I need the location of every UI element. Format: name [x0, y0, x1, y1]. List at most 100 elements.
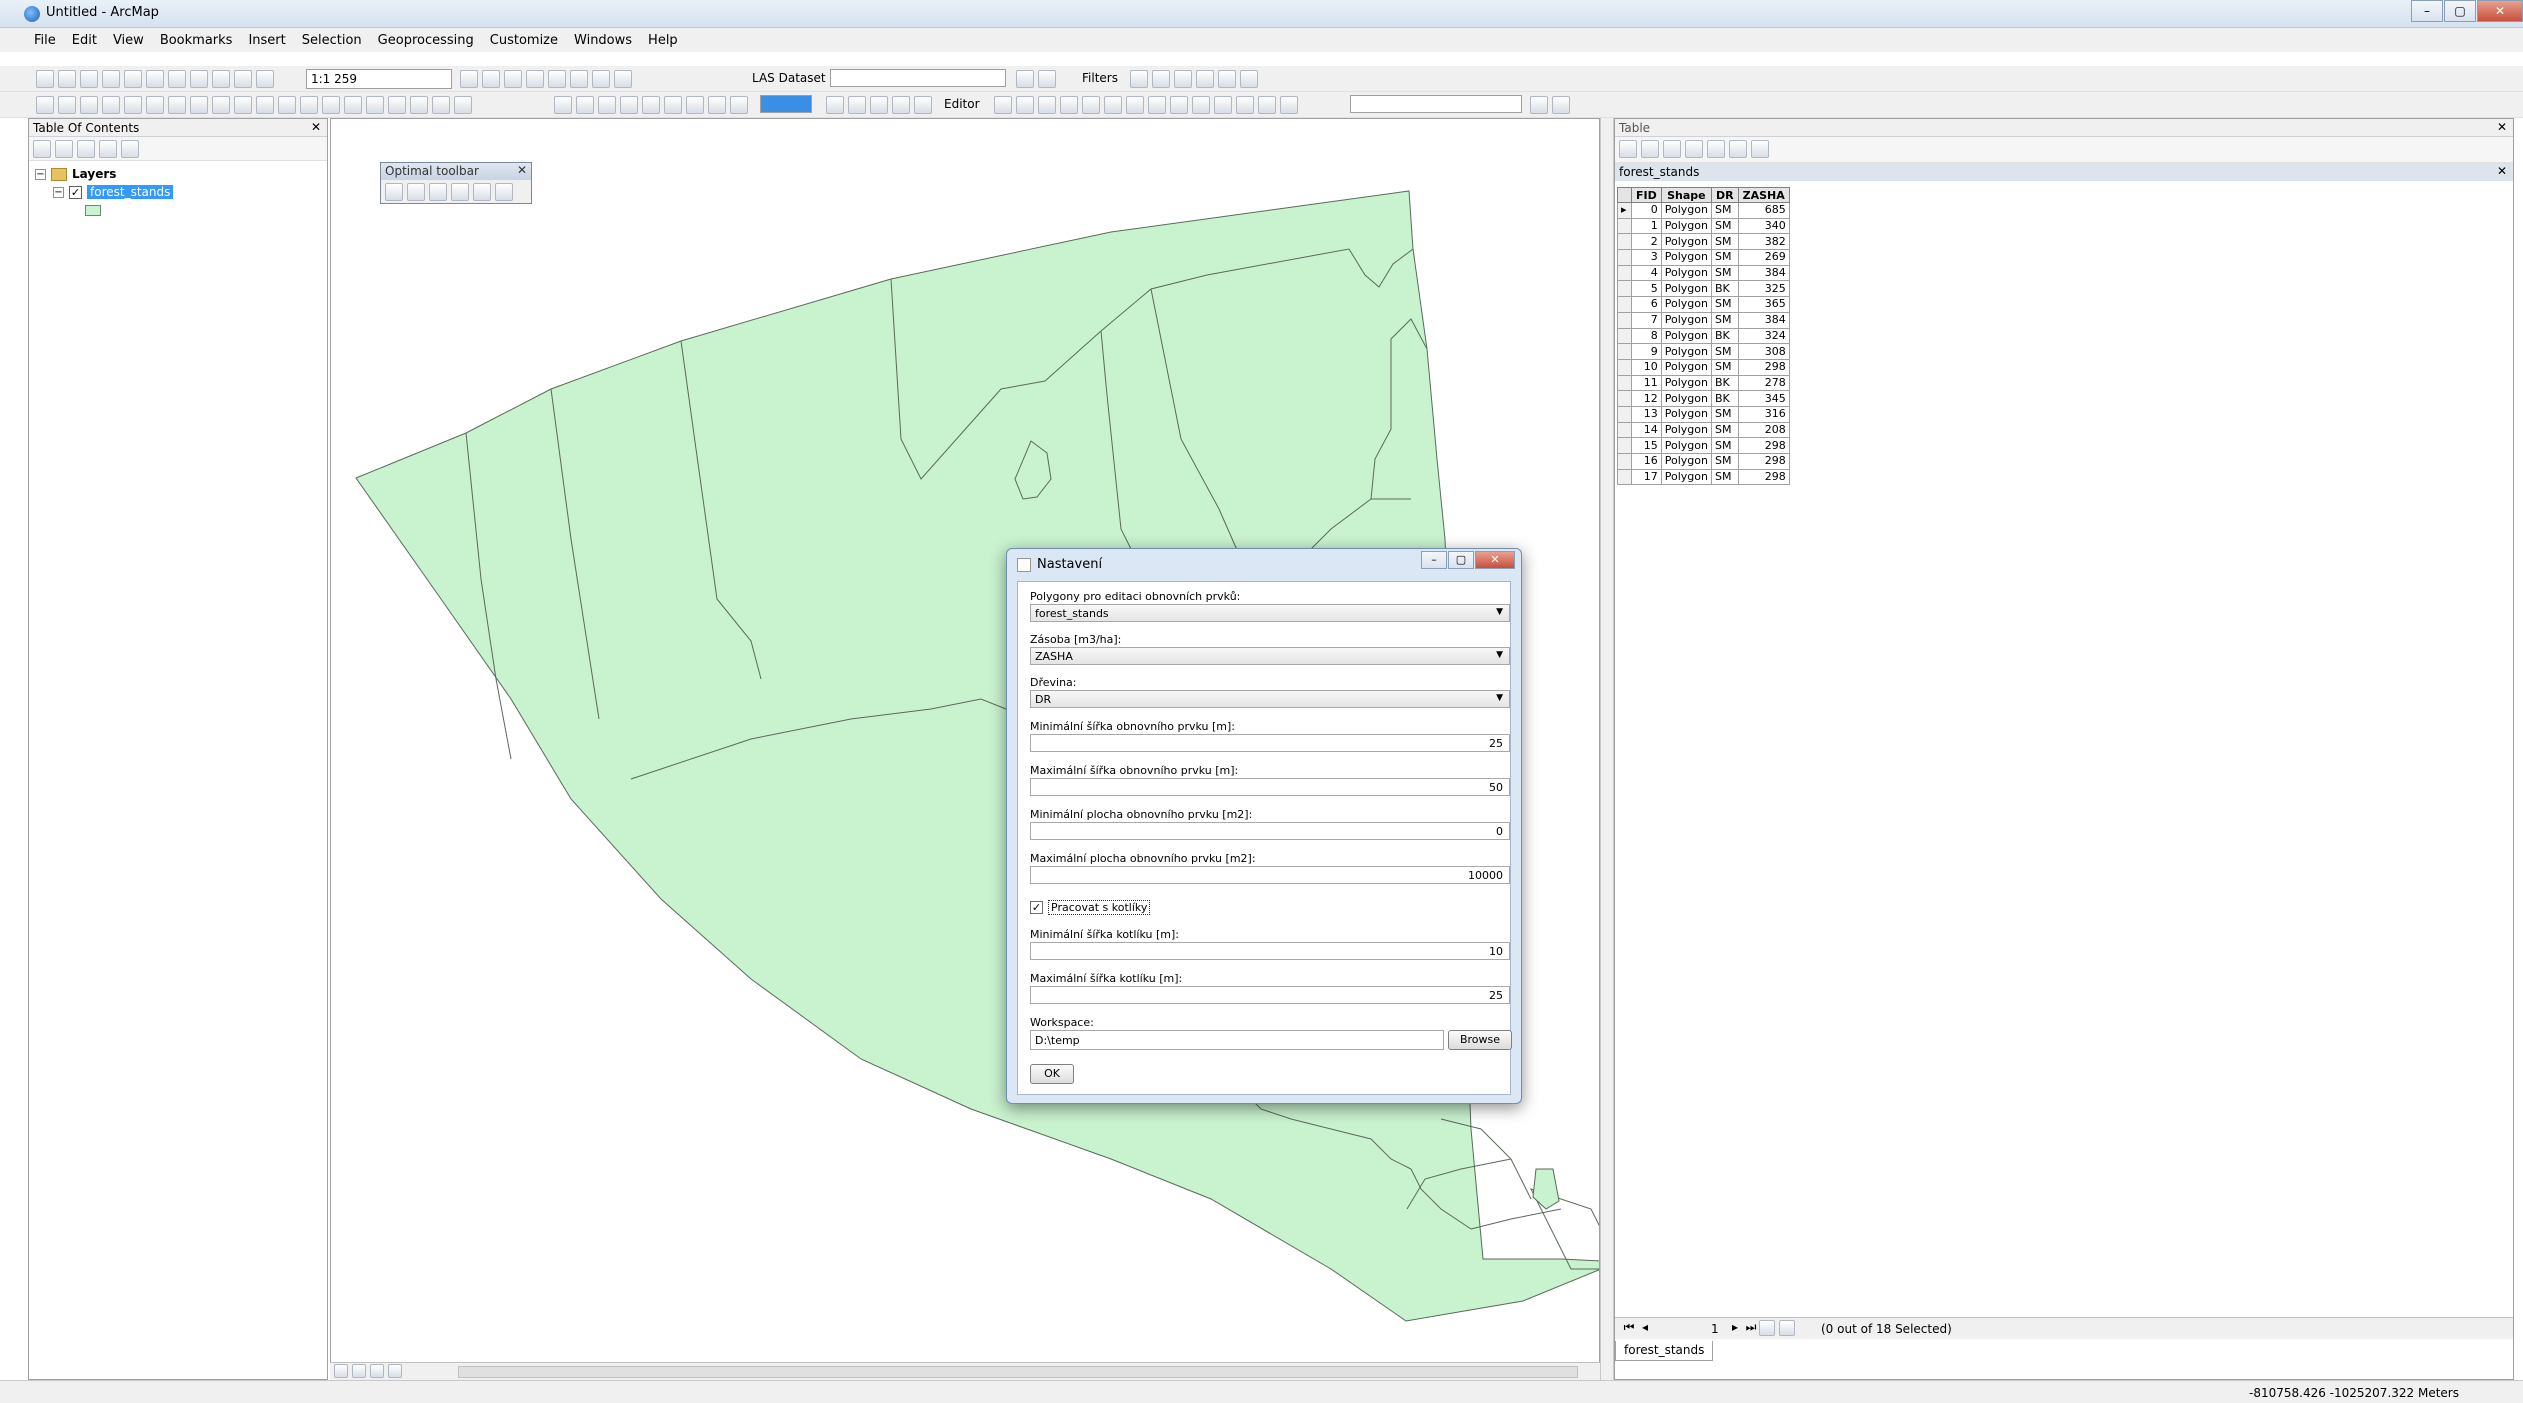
- cut-icon[interactable]: [124, 70, 142, 88]
- layer-combo[interactable]: [1350, 95, 1522, 113]
- straight-segment-icon[interactable]: [1038, 96, 1056, 114]
- table-row[interactable]: 17 Polygon SM 298: [1617, 468, 1790, 486]
- html-popup-icon[interactable]: [322, 96, 340, 114]
- dialog-close-button[interactable]: ✕: [1475, 551, 1515, 569]
- las-class-icon[interactable]: [1196, 70, 1214, 88]
- row-selector[interactable]: [1617, 296, 1632, 313]
- full-extent-icon[interactable]: [102, 96, 120, 114]
- layout-4-icon[interactable]: [892, 96, 910, 114]
- fixed-zoom-out-icon[interactable]: [146, 96, 164, 114]
- maximize-button[interactable]: ▢: [2444, 0, 2476, 22]
- delete-selected-icon[interactable]: [1751, 140, 1769, 158]
- table-row[interactable]: 11 Polygon BK 278: [1617, 374, 1790, 392]
- table-row[interactable]: 6 Polygon SM 365: [1617, 296, 1790, 313]
- las-dataset-label[interactable]: LAS Dataset: [752, 71, 826, 85]
- column-header-shape[interactable]: Shape: [1660, 187, 1712, 203]
- forward-extent-icon[interactable]: [190, 96, 208, 114]
- data-view-icon[interactable]: [334, 1364, 348, 1378]
- menu-bookmarks[interactable]: Bookmarks: [160, 33, 233, 48]
- column-header-zasha[interactable]: ZASHA: [1737, 187, 1790, 203]
- ok-button[interactable]: OK: [1030, 1064, 1074, 1084]
- layer-visibility-checkbox[interactable]: ✓: [69, 185, 82, 199]
- find-icon[interactable]: [366, 96, 384, 114]
- table-row[interactable]: 15 Polygon SM 298: [1617, 437, 1790, 454]
- polygons-combo[interactable]: forest_stands ▼: [1030, 604, 1510, 622]
- layer-label[interactable]: forest_stands: [87, 185, 174, 199]
- graph-1-icon[interactable]: [1530, 96, 1548, 114]
- georef-6-icon[interactable]: [664, 96, 682, 114]
- optimal-toolbar-close-icon[interactable]: ✕: [517, 163, 527, 177]
- las-slope-icon[interactable]: [1240, 70, 1258, 88]
- table-row[interactable]: ▸ 0 Polygon SM 685: [1617, 202, 1790, 219]
- georef-4-icon[interactable]: [620, 96, 638, 114]
- row-selector[interactable]: [1617, 390, 1632, 407]
- row-selector[interactable]: [1617, 249, 1632, 266]
- column-header-fid[interactable]: FID: [1631, 187, 1662, 203]
- edit-annotation-icon[interactable]: [1016, 96, 1034, 114]
- row-selector[interactable]: [1617, 437, 1632, 454]
- row-selector[interactable]: [1617, 217, 1632, 235]
- zoom-to-selected-icon[interactable]: [1729, 140, 1747, 158]
- row-selector[interactable]: [1617, 453, 1632, 470]
- georef-2-icon[interactable]: [576, 96, 594, 114]
- menu-help[interactable]: Help: [648, 33, 678, 48]
- edit-tool-icon[interactable]: [994, 96, 1012, 114]
- menu-edit[interactable]: Edit: [72, 33, 97, 48]
- table-close-icon[interactable]: ✕: [2497, 120, 2507, 134]
- table-row[interactable]: 1 Polygon SM 340: [1617, 217, 1790, 235]
- toc-options-icon[interactable]: [121, 140, 139, 158]
- optimal-split-icon[interactable]: [451, 183, 469, 201]
- georef-3-icon[interactable]: [598, 96, 616, 114]
- las-3d-icon[interactable]: [1152, 70, 1170, 88]
- chevron-down-icon[interactable]: ▼: [1496, 693, 1503, 703]
- row-selector[interactable]: [1617, 264, 1632, 282]
- max-area-input[interactable]: 10000: [1030, 866, 1510, 884]
- georef-5-icon[interactable]: [642, 96, 660, 114]
- python-icon[interactable]: [570, 70, 588, 88]
- color-swatch-combo[interactable]: [760, 95, 812, 113]
- chevron-down-icon[interactable]: ▼: [1496, 650, 1503, 660]
- identify-icon[interactable]: [278, 96, 296, 114]
- fixed-zoom-in-icon[interactable]: [124, 96, 142, 114]
- max-kotlik-input[interactable]: 25: [1030, 986, 1510, 1004]
- layout-2-icon[interactable]: [848, 96, 866, 114]
- menu-customize[interactable]: Customize: [490, 33, 558, 48]
- optimal-tool-icon[interactable]: [495, 183, 513, 201]
- layout-view-icon[interactable]: [352, 1364, 366, 1378]
- arctoolbox-icon[interactable]: [548, 70, 566, 88]
- delete-icon[interactable]: [190, 70, 208, 88]
- close-button[interactable]: ✕: [2477, 0, 2523, 22]
- split-icon[interactable]: [1192, 96, 1210, 114]
- show-all-records-icon[interactable]: [1759, 1320, 1775, 1336]
- graph-2-icon[interactable]: [1552, 96, 1570, 114]
- clear-table-selection-icon[interactable]: [1707, 140, 1725, 158]
- table-row[interactable]: 2 Polygon SM 382: [1617, 233, 1790, 251]
- table-row[interactable]: 12 Polygon BK 345: [1617, 390, 1790, 407]
- column-header-dr[interactable]: DR: [1710, 187, 1739, 203]
- table-tab-close-icon[interactable]: ✕: [2497, 164, 2507, 178]
- las-surface-icon[interactable]: [1038, 70, 1056, 88]
- select-by-attributes-icon[interactable]: [1663, 140, 1681, 158]
- georef-9-icon[interactable]: [730, 96, 748, 114]
- row-selector[interactable]: [1617, 311, 1632, 329]
- switch-selection-icon[interactable]: [1685, 140, 1703, 158]
- back-extent-icon[interactable]: [168, 96, 186, 114]
- last-record-icon[interactable]: ⏭: [1743, 1320, 1759, 1336]
- first-record-icon[interactable]: ⏮: [1621, 1320, 1637, 1336]
- pan-icon[interactable]: [80, 96, 98, 114]
- row-selector[interactable]: [1617, 374, 1632, 392]
- menu-windows[interactable]: Windows: [574, 33, 632, 48]
- attributes-icon[interactable]: [1236, 96, 1254, 114]
- row-selector[interactable]: [1617, 358, 1632, 376]
- georef-8-icon[interactable]: [708, 96, 726, 114]
- table-row[interactable]: 14 Polygon SM 208: [1617, 421, 1790, 439]
- row-selector[interactable]: [1617, 468, 1632, 486]
- current-page[interactable]: 1: [1711, 1322, 1719, 1336]
- table-row[interactable]: 9 Polygon SM 308: [1617, 343, 1790, 360]
- optimal-pencil-icon[interactable]: [407, 183, 425, 201]
- kotliky-checkbox-row[interactable]: ✓ Pracovat s kotlíky: [1030, 900, 1151, 915]
- dialog-maximize-button[interactable]: ▢: [1448, 551, 1474, 569]
- row-selector[interactable]: [1617, 421, 1632, 439]
- row-selector[interactable]: [1617, 343, 1632, 360]
- model-builder-icon[interactable]: [592, 70, 610, 88]
